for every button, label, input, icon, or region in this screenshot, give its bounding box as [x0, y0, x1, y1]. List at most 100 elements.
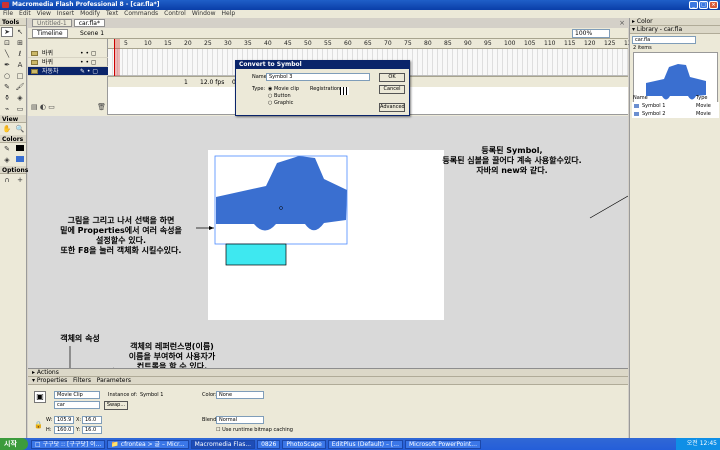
library-col-type: Type [696, 95, 708, 101]
close-button[interactable]: × [709, 1, 718, 9]
menu-control[interactable]: Control [164, 10, 186, 18]
swap-button[interactable]: Swap... [104, 401, 128, 410]
fill-color-icon[interactable]: ◈ [1, 155, 13, 165]
layer-row-selected[interactable]: 자동차 ✎ • ▢ [28, 67, 108, 76]
start-button[interactable]: 시작 [0, 438, 28, 450]
menu-window[interactable]: Window [192, 10, 216, 18]
lasso-tool-icon[interactable]: ℓ [14, 49, 26, 59]
stroke-swatch[interactable] [14, 144, 26, 154]
eyedropper-tool-icon[interactable]: ⌁ [1, 104, 13, 114]
advanced-button[interactable]: Advanced [379, 103, 405, 112]
timeline-toggle-button[interactable]: Timeline [32, 29, 68, 38]
hand-tool-icon[interactable]: ✋ [1, 124, 13, 134]
close-document-icon[interactable]: × [619, 19, 625, 27]
h-label: H: [46, 427, 52, 433]
library-panel-header[interactable]: ▾ Library - car.fla [630, 26, 720, 34]
bitmap-caching-checkbox[interactable]: ☐ Use runtime bitmap caching [216, 426, 293, 434]
playhead[interactable] [114, 39, 120, 76]
eraser-tool-icon[interactable]: ▭ [14, 104, 26, 114]
ruler-tick-label: 115 [564, 40, 576, 47]
layer-name: 바퀴 [42, 59, 54, 66]
lock-icon[interactable]: 🔒 [34, 421, 43, 429]
registration-grid-icon[interactable] [340, 87, 349, 95]
library-document-select[interactable]: car.fla [632, 36, 696, 44]
taskbar-item[interactable]: PhotoScape [282, 439, 326, 449]
taskbar-item[interactable]: EditPlus (Default) – [... [327, 439, 403, 449]
paint-bucket-tool-icon[interactable]: ◈ [14, 93, 26, 103]
type-button-radio[interactable]: ○ Button [268, 93, 299, 100]
line-tool-icon[interactable]: ╲ [1, 49, 13, 59]
color-effect-select[interactable]: None [216, 391, 264, 399]
layer-visibility-dots[interactable]: • • ▢ [80, 49, 97, 58]
insert-folder-icon[interactable]: ▭ [48, 103, 55, 111]
add-guide-icon[interactable]: ◐ [40, 103, 46, 111]
height-input[interactable]: 160.0 [54, 426, 74, 434]
rectangle-tool-icon[interactable]: □ [14, 71, 26, 81]
tab-untitled[interactable]: Untitled-1 [32, 19, 72, 27]
brush-tool-icon[interactable]: 🖌 [14, 82, 26, 92]
tab-car-fla[interactable]: car.fla* [73, 19, 105, 27]
library-item-type: Movie [696, 103, 711, 109]
fill-transform-tool-icon[interactable]: ⊞ [14, 38, 26, 48]
layer-row[interactable]: 바퀴 • • ▢ [28, 49, 108, 58]
menu-edit[interactable]: Edit [19, 10, 31, 18]
snap-magnet-icon[interactable]: ∩ [1, 175, 13, 185]
taskbar-item-active[interactable]: Macromedia Flas... [190, 439, 256, 449]
cache-label: Use runtime bitmap caching [222, 427, 293, 433]
menu-file[interactable]: File [3, 10, 13, 18]
zoom-tool-icon[interactable]: 🔍 [14, 124, 26, 134]
taskbar-item[interactable]: 0826 [257, 439, 281, 449]
menu-view[interactable]: View [37, 10, 51, 18]
instance-name-input[interactable]: car [54, 401, 100, 409]
blend-select[interactable]: Normal [216, 416, 264, 424]
type-movie-clip-radio[interactable]: ◉ Movie clip [268, 86, 299, 93]
subselection-tool-icon[interactable]: ↖ [14, 27, 26, 37]
oval-tool-icon[interactable]: ○ [1, 71, 13, 81]
library-item[interactable]: Symbol 2 Movie [632, 110, 719, 118]
library-item[interactable]: Symbol 1 Movie [632, 102, 719, 110]
stroke-color-icon[interactable]: ✎ [1, 144, 13, 154]
type-graphic-radio[interactable]: ○ Graphic [268, 100, 299, 107]
pencil-tool-icon[interactable]: ✎ [1, 82, 13, 92]
smooth-option-icon[interactable]: + [14, 175, 26, 185]
menu-help[interactable]: Help [222, 10, 236, 18]
menu-modify[interactable]: Modify [80, 10, 100, 18]
tab-parameters[interactable]: Parameters [97, 377, 131, 384]
scene-breadcrumb[interactable]: Scene 1 [80, 28, 104, 39]
tab-properties[interactable]: Properties [37, 377, 67, 384]
minimize-button[interactable]: _ [689, 1, 698, 9]
x-input[interactable]: 16.0 [82, 416, 102, 424]
menu-text[interactable]: Text [106, 10, 118, 18]
free-transform-tool-icon[interactable]: ⊡ [1, 38, 13, 48]
zoom-select[interactable]: 100% [572, 29, 610, 38]
actions-panel-header[interactable]: ▸ Actions [28, 369, 628, 377]
layer-visibility-dots[interactable]: ✎ • ▢ [80, 67, 98, 76]
selection-tool-icon[interactable]: ➤ [1, 27, 13, 37]
color-panel-header[interactable]: ▸ Color [630, 18, 720, 26]
width-input[interactable]: 105.9 [54, 416, 74, 424]
menu-commands[interactable]: Commands [124, 10, 158, 18]
ink-bottle-tool-icon[interactable]: ⚱ [1, 93, 13, 103]
taskbar-item[interactable]: Microsoft PowerPoint... [405, 439, 481, 449]
delete-layer-icon[interactable]: 🗑 [97, 103, 106, 111]
tools-heading: Tools [0, 18, 26, 26]
tab-filters[interactable]: Filters [73, 377, 91, 384]
symbol-name-input[interactable]: Symbol 3 [266, 73, 370, 81]
ruler-tick-label: 70 [384, 40, 392, 47]
symbol-type-select[interactable]: Movie Clip [54, 391, 100, 399]
ok-button[interactable]: OK [379, 73, 405, 82]
menu-insert[interactable]: Insert [57, 10, 74, 18]
layer-row[interactable]: 바퀴 • • ▢ [28, 58, 108, 67]
insert-layer-icon[interactable]: ▤ [31, 103, 38, 111]
taskbar-item[interactable]: □ 구구닷 :: [구구닷] 이... [31, 439, 106, 449]
fill-swatch[interactable] [14, 155, 26, 165]
y-input[interactable]: 16.0 [82, 426, 102, 434]
ruler-tick-label: 85 [444, 40, 452, 47]
pen-tool-icon[interactable]: ✒ [1, 60, 13, 70]
frame-ruler[interactable]: 5 10 15 20 25 30 35 40 45 50 55 60 65 70 75 80 85 90 95 100… [108, 39, 635, 49]
cancel-button[interactable]: Cancel [379, 85, 405, 94]
layer-visibility-dots[interactable]: • • ▢ [80, 58, 97, 67]
text-tool-icon[interactable]: A [14, 60, 26, 70]
taskbar-item[interactable]: 📁 cfrontea > 글 – Micr... [107, 439, 189, 449]
maximize-button[interactable]: □ [699, 1, 708, 9]
